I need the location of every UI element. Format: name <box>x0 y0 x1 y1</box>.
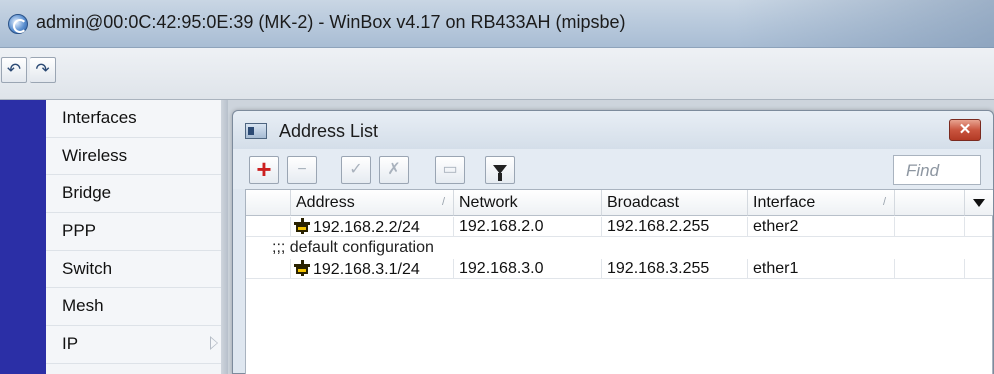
disable-button[interactable]: ✗ <box>379 156 409 184</box>
chevron-down-icon <box>973 199 985 207</box>
remove-button[interactable]: − <box>287 156 317 184</box>
filter-icon <box>493 165 507 181</box>
window-titlebar: admin@00:0C:42:95:0E:39 (MK-2) - WinBox … <box>0 0 994 48</box>
table-row[interactable]: 192.168.2.2/24 192.168.2.0 192.168.2.255… <box>246 217 992 237</box>
column-menu-button[interactable] <box>965 190 993 216</box>
sidebar-item-label: Wireless <box>62 145 128 165</box>
sidebar-item-mesh[interactable]: Mesh <box>46 288 228 327</box>
sidebar-item-label: Interfaces <box>62 108 137 127</box>
address-list-toolbar: + − ✓ ✗ ▭ Find <box>233 149 993 189</box>
add-button[interactable]: + <box>249 156 279 184</box>
window-icon <box>245 123 267 139</box>
ip-address-icon <box>294 218 310 234</box>
address-list-window: Address List ✕ + − ✓ ✗ ▭ Find Address / … <box>232 110 994 374</box>
sidebar: Interfaces Wireless Bridge PPP Switch Me… <box>0 100 228 374</box>
column-header-flags[interactable] <box>246 190 291 216</box>
plus-icon: + <box>256 154 272 184</box>
interface-cell: ether1 <box>748 259 895 279</box>
column-header-extra[interactable] <box>895 190 965 216</box>
sidebar-item-label: PPP <box>62 221 97 241</box>
sort-indicator-icon: / <box>441 196 445 208</box>
undo-button[interactable]: ↶ <box>1 57 27 83</box>
minus-icon: − <box>297 161 307 178</box>
undo-icon: ↶ <box>6 60 22 79</box>
column-header-network[interactable]: Network <box>454 190 602 216</box>
sidebar-item-bridge[interactable]: Bridge <box>46 175 228 214</box>
comment-icon: ▭ <box>442 161 458 178</box>
interface-cell: ether2 <box>748 217 895 237</box>
comment-button[interactable]: ▭ <box>435 156 465 184</box>
filter-button[interactable] <box>485 156 515 184</box>
window-title: admin@00:0C:42:95:0E:39 (MK-2) - WinBox … <box>36 12 626 32</box>
sidebar-menu: Interfaces Wireless Bridge PPP Switch Me… <box>46 100 228 364</box>
column-header-interface[interactable]: Interface / <box>748 190 895 216</box>
check-icon: ✓ <box>349 161 363 178</box>
address-cell: 192.168.3.1/24 <box>313 261 420 278</box>
enable-button[interactable]: ✓ <box>341 156 371 184</box>
sidebar-item-label: Bridge <box>62 183 112 203</box>
comment-row[interactable]: ;;; default configuration <box>246 237 992 259</box>
address-table: Address / Network Broadcast Interface / … <box>245 189 993 374</box>
main-toolbar: ↶ ↷ <box>0 48 994 100</box>
close-button[interactable]: ✕ <box>949 119 981 141</box>
sidebar-item-ppp[interactable]: PPP <box>46 213 228 251</box>
row-comment-text: ;;; default configuration <box>272 239 434 256</box>
ip-address-icon <box>294 260 310 276</box>
winbox-app-icon <box>8 14 28 34</box>
address-list-title: Address List <box>279 121 379 141</box>
sidebar-item-label: Switch <box>62 258 113 278</box>
sidebar-item-switch[interactable]: Switch <box>46 250 228 289</box>
address-cell: 192.168.2.2/24 <box>313 219 420 236</box>
submenu-arrow-icon <box>210 336 218 351</box>
broadcast-cell: 192.168.2.255 <box>602 217 748 237</box>
sidebar-item-label: Mesh <box>62 296 104 316</box>
workspace: Address List ✕ + − ✓ ✗ ▭ Find Address / … <box>228 100 994 374</box>
close-icon: ✕ <box>958 121 972 138</box>
cross-icon: ✗ <box>387 161 401 178</box>
sidebar-item-ip[interactable]: IP <box>46 326 228 364</box>
network-cell: 192.168.2.0 <box>454 217 602 237</box>
titlebar-glow <box>734 0 994 48</box>
sidebar-item-label: IP <box>62 334 79 354</box>
sort-indicator-icon: / <box>882 196 886 208</box>
find-input[interactable]: Find <box>893 155 981 185</box>
sidebar-splitter[interactable] <box>221 100 228 374</box>
broadcast-cell: 192.168.3.255 <box>602 259 748 279</box>
network-cell: 192.168.3.0 <box>454 259 602 279</box>
table-row[interactable]: 192.168.3.1/24 192.168.3.0 192.168.3.255… <box>246 259 992 279</box>
column-header-broadcast[interactable]: Broadcast <box>602 190 748 216</box>
redo-icon: ↷ <box>35 60 50 79</box>
sidebar-item-wireless[interactable]: Wireless <box>46 137 228 176</box>
address-list-titlebar[interactable]: Address List ✕ <box>233 111 993 149</box>
redo-button[interactable]: ↷ <box>30 57 56 83</box>
sidebar-item-interfaces[interactable]: Interfaces <box>46 100 228 138</box>
sidebar-accent-bar <box>0 100 46 374</box>
column-header-address[interactable]: Address / <box>291 190 454 216</box>
